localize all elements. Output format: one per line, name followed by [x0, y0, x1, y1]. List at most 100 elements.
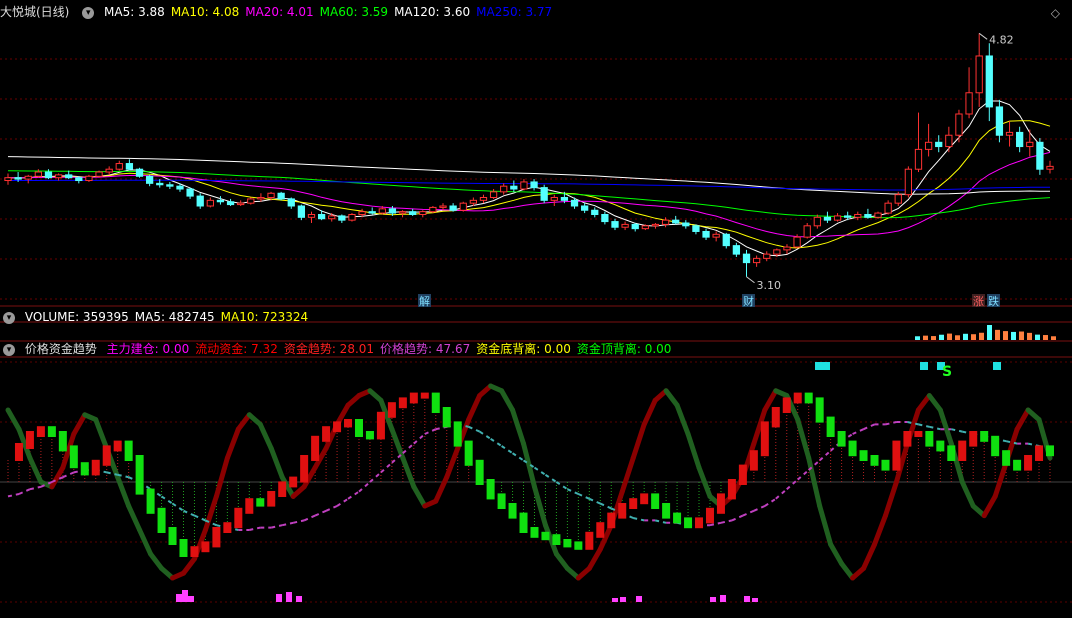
candle-body	[601, 213, 609, 223]
signal-square	[822, 362, 830, 370]
accumulation-bar	[720, 595, 726, 602]
candle-body	[752, 257, 761, 264]
fund-trend-block	[607, 512, 616, 529]
candle-body	[803, 225, 811, 238]
candle-body	[823, 216, 832, 221]
candle-body	[773, 249, 781, 255]
candle-body	[378, 208, 386, 214]
fund-trend-block	[278, 481, 287, 497]
candle-body	[328, 215, 336, 220]
candle-body	[732, 245, 741, 255]
ma-legend-item-2: MA20: 4.01	[245, 5, 314, 19]
fund-trend-block	[486, 479, 495, 500]
candle-body	[702, 230, 710, 238]
fund-trend-block	[651, 493, 660, 509]
fund-trend-block	[442, 407, 451, 428]
fund-trend-block	[311, 435, 320, 461]
fund-trend-block	[574, 541, 583, 550]
candle-body	[368, 211, 376, 214]
circle-toggle-icon[interactable]: ▾	[3, 311, 15, 324]
fund-trend-block	[322, 426, 331, 442]
accumulation-bar	[176, 594, 182, 602]
fund-trend-block	[300, 455, 309, 483]
fund-trend-block	[124, 440, 133, 461]
indicator-legend-item-5: 资金顶背离: 0.00	[576, 342, 672, 356]
candle-body	[621, 223, 629, 228]
candle-body	[459, 202, 467, 211]
fund-trend-block	[793, 392, 802, 404]
circle-toggle-icon[interactable]: ▾	[3, 343, 15, 356]
volume-legend-item-2: MA10: 723324	[220, 310, 309, 324]
candle-body	[854, 213, 862, 218]
candle-body	[24, 175, 32, 180]
signal-square	[815, 362, 823, 370]
marker-jie: 解	[419, 294, 430, 308]
candle-body	[692, 225, 700, 232]
fund-trend-block	[749, 450, 758, 471]
fund-trend-block	[365, 431, 374, 440]
candle-body	[500, 185, 508, 193]
candle-body	[904, 168, 913, 196]
fund-trend-block	[585, 531, 594, 550]
candle-body	[216, 199, 225, 203]
volume-legend-item-1: MA5: 482745	[134, 310, 215, 324]
fund-trend-block	[662, 503, 671, 519]
candle-body	[894, 194, 902, 204]
accumulation-bar	[636, 596, 642, 602]
fund-trend-block	[80, 462, 89, 476]
candle-body	[884, 202, 892, 214]
high-price-label: 4.82	[989, 33, 1014, 46]
candle-body	[166, 184, 174, 187]
fund-trend-block	[826, 416, 835, 437]
fund-trend-block	[695, 517, 704, 529]
candle-body	[54, 174, 63, 179]
candle-body	[358, 211, 366, 215]
volume-bar	[963, 333, 968, 340]
candle-body	[75, 177, 83, 182]
fund-trend-block	[640, 493, 649, 505]
fund-trend-block	[859, 450, 868, 461]
fund-trend-block	[58, 431, 67, 452]
diamond-icon[interactable]: ◇	[1051, 6, 1060, 20]
fund-trend-block	[409, 392, 418, 404]
ma-legend-item-3: MA60: 3.59	[319, 5, 389, 19]
fund-trend-block	[837, 431, 846, 447]
fund-trend-block	[903, 431, 912, 447]
fund-trend-block	[925, 431, 934, 447]
candle-body	[995, 106, 1004, 136]
fund-trend-block	[344, 419, 353, 428]
volume-panel-header: ▾ VOLUME: 359395 MA5: 482745 MA10: 723324	[0, 308, 320, 326]
candle-body	[317, 213, 326, 220]
fund-trend-block	[245, 498, 254, 514]
marker-die: 跌	[988, 294, 999, 308]
fund-trend-block	[179, 539, 188, 557]
candle-body	[206, 199, 214, 207]
candle-body	[651, 223, 660, 227]
fund-trend-block	[113, 440, 122, 452]
signal-square	[920, 362, 928, 370]
candle-body	[661, 219, 670, 225]
fund-trend-block	[453, 421, 462, 447]
volume-bar	[947, 333, 952, 340]
fund-trend-block	[508, 503, 517, 519]
fund-trend-block	[1013, 459, 1022, 471]
fund-trend-block	[14, 443, 23, 461]
accumulation-bar	[744, 596, 750, 602]
circle-toggle-icon[interactable]: ▾	[82, 6, 95, 19]
candle-body	[1036, 141, 1044, 170]
fund-trend-block	[936, 440, 945, 452]
candle-body	[14, 177, 22, 180]
candle-body	[287, 198, 295, 207]
volume-bar	[971, 334, 976, 340]
candle-body	[348, 213, 356, 221]
fund-trend-block	[596, 522, 605, 538]
fund-trend-block	[716, 493, 725, 514]
candle-body	[641, 225, 649, 230]
indicator-legend-item-4: 资金底背离: 0.00	[476, 342, 571, 356]
low-price-label: 3.10	[757, 279, 782, 292]
volume-bar	[939, 334, 944, 340]
indicator-name: 价格资金趋势	[24, 342, 97, 356]
candle-body	[924, 141, 933, 150]
volume-bar	[979, 332, 984, 340]
candle-body	[186, 188, 194, 197]
